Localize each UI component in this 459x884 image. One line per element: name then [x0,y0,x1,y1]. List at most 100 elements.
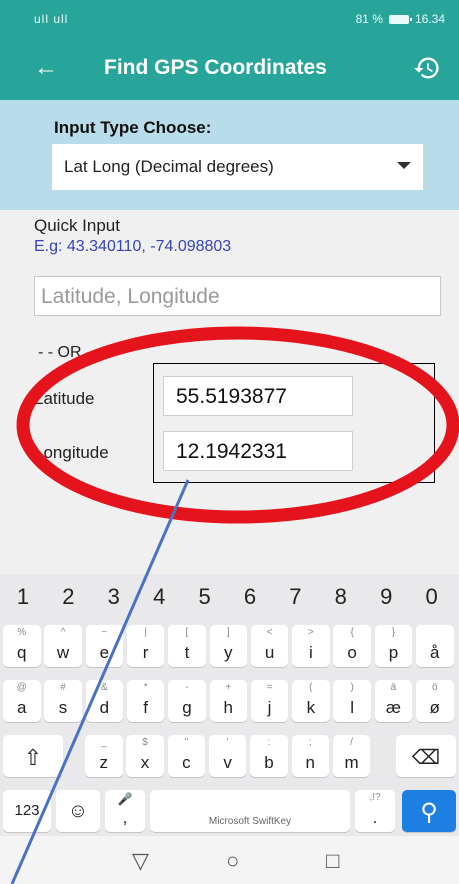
row1-key-i[interactable]: > i [292,625,330,667]
input-type-selected: Lat Long (Decimal degrees) [64,157,274,176]
row3-key-z[interactable]: _ z [85,735,123,777]
key-hint: / [350,737,353,748]
key-label: f [143,698,148,717]
row2-key-j[interactable]: = j [250,680,289,722]
row1-key-o[interactable]: {o [333,625,371,667]
key-label: , [122,808,128,827]
number-key-3[interactable]: 3 [95,584,133,610]
key-label: u [264,643,275,662]
key-hint: ) [350,682,354,693]
key-hint: # [60,682,66,693]
key-hint: ~ [101,627,108,638]
key-hint: > [307,627,314,638]
row2-key-g[interactable]: -g [168,680,206,722]
row2-key-æ[interactable]: äæ [374,680,413,722]
key-hint: < [266,627,273,638]
key-hint: - [185,682,189,693]
key-label: i [308,643,313,662]
number-key-1[interactable]: 1 [4,584,42,610]
number-key-8[interactable]: 8 [322,584,360,610]
key-label: j [267,698,272,717]
key-hint: } [391,627,396,638]
row1-key-r[interactable]: | r [126,625,165,667]
key-hint: * [143,682,148,693]
key-hint: ] [226,627,230,638]
key-label: ø [429,698,440,717]
number-key-2[interactable]: 2 [49,584,87,610]
number-key-0[interactable]: 0 [413,584,451,610]
number-key-4[interactable]: 4 [140,584,178,610]
key-hint: _ [100,737,107,748]
row3-key-n[interactable]: ; n [291,735,329,777]
row2-key-l[interactable]: ) l [333,680,371,722]
row2-key-f[interactable]: * f [126,680,165,722]
shift-icon: ⇧ [23,745,43,770]
numbers-toggle-key[interactable]: 123 [3,790,51,832]
number-key-5[interactable]: 5 [186,584,224,610]
row3-key-m[interactable]: / m [332,735,371,777]
key-label: c [182,753,191,772]
input-type-label: Input Type Choose: [54,118,212,137]
row2-key-h[interactable]: + h [209,680,247,722]
key-hint: = [266,682,273,693]
row3-key-b[interactable]: :b [250,735,288,777]
history-icon[interactable] [413,54,441,82]
number-key-6[interactable]: 6 [231,584,269,610]
row3-key-v[interactable]: ' v [208,735,247,777]
comma-key[interactable]: 🎤, [105,790,145,832]
key-hint: { [350,627,354,638]
row1-key-y[interactable]: ] y [209,625,247,667]
key-label: q [17,643,27,662]
key-label: w [56,643,70,662]
row1-key-w[interactable]: ^ w [44,625,82,667]
key-hint: ä [390,682,397,693]
home-circle-icon[interactable]: ○ [226,848,239,874]
row1-key-u[interactable]: < u [250,625,289,667]
key-label: r [142,643,149,662]
quick-input-field[interactable]: Latitude, Longitude [34,276,441,316]
key-label: 123 [14,802,40,819]
search-key[interactable]: ⚲ [402,790,456,832]
key-label: a [17,698,27,717]
row2-key-s[interactable]: # s [44,680,82,722]
key-label: g [182,698,192,717]
mic-icon: 🎤 [117,792,133,806]
row1-key-å[interactable]: å [416,625,454,667]
shift-key[interactable]: ⇧ [3,735,63,777]
key-hint: + [225,682,232,693]
signal-indicator: ull ull [34,12,69,26]
row2-key-ø[interactable]: öø [416,680,454,722]
emoji-key[interactable]: ☺ [56,790,100,832]
input-type-dropdown[interactable]: Lat Long (Decimal degrees) [52,144,423,190]
row1-key-q[interactable]: % q [3,625,41,667]
key-hint: ; [308,737,312,748]
back-triangle-icon[interactable]: ▽ [132,848,149,874]
key-hint: ^ [60,627,66,638]
key-label: t [184,643,190,662]
backspace-icon: ⌫ [411,747,441,769]
battery-percent: 81 % [355,12,383,26]
number-key-9[interactable]: 9 [367,584,405,610]
row2-key-k[interactable]: (k [292,680,330,722]
key-label: e [99,643,110,662]
row2-key-d[interactable]: & d [85,680,124,722]
key-hint: ' [226,737,229,748]
battery-icon [388,14,412,24]
row2-key-a[interactable]: @ a [3,680,41,722]
quick-input-example: E.g: 43.340110, -74.098803 [34,238,232,255]
space-key[interactable]: Microsoft SwiftKey [150,790,350,832]
row3-key-c[interactable]: " c [167,735,206,777]
key-hint: % [17,627,27,638]
row1-key-e[interactable]: ~ e [85,625,124,667]
key-label: å [430,643,440,662]
row1-key-p[interactable]: } p [374,625,413,667]
back-arrow-icon[interactable]: ← [34,54,58,82]
recents-square-icon[interactable]: □ [326,848,339,874]
app-bar: ← Find GPS Coordinates [0,38,459,100]
backspace-key[interactable]: ⌫ [396,735,456,777]
row1-key-t[interactable]: [t [168,625,206,667]
period-key[interactable]: ,!?. [355,790,395,832]
number-key-7[interactable]: 7 [276,584,314,610]
key-hint: ,!? [369,792,381,803]
row3-key-x[interactable]: $ x [126,735,164,777]
